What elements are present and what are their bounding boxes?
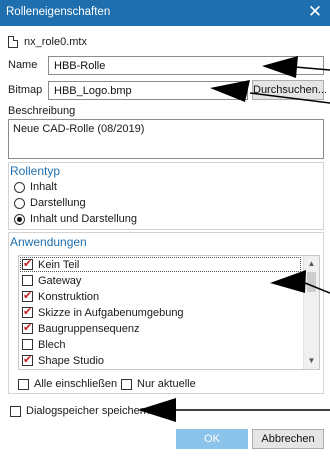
arrow-icon bbox=[270, 270, 330, 294]
arrow-icon bbox=[262, 56, 330, 78]
arrow-icon bbox=[138, 398, 330, 422]
arrow-icon bbox=[210, 80, 330, 104]
annotation-arrows bbox=[138, 56, 330, 422]
